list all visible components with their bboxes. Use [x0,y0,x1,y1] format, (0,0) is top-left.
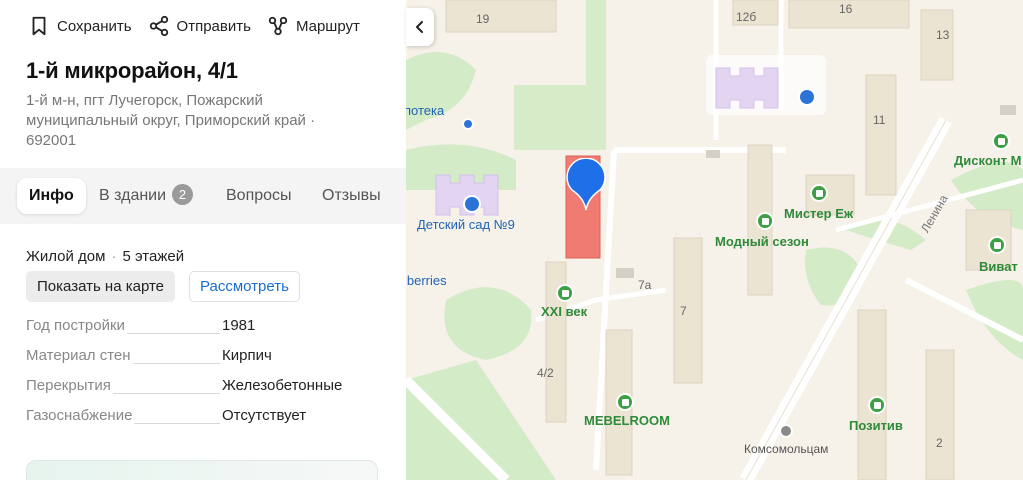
save-button[interactable]: Сохранить [28,15,132,37]
location-pin-icon[interactable] [564,158,608,212]
tab-reviews[interactable]: Отзывы [322,178,381,214]
clothes-shop-icon [756,212,774,230]
tab-bar: Инфо В здании 2 Вопросы Отзывы [0,168,406,224]
poi-mebelroom-label[interactable]: MEBELROOM [584,413,670,428]
route-button[interactable]: Маршрут [267,15,360,37]
separator-dot: · [111,248,117,265]
share-icon [149,15,168,37]
poi-pozitiv-label[interactable]: Позитив [849,418,903,433]
save-label: Сохранить [57,17,132,35]
shop-icon [868,396,886,414]
property-value: Отсутствует [222,407,307,424]
promo-banner[interactable] [26,460,378,480]
bookmark-icon [32,16,46,36]
house-number: 19 [476,12,490,26]
poi-kindergarten-label[interactable]: Детский сад №9 [417,217,515,232]
show-on-map-button[interactable]: Показать на карте [26,271,176,302]
property-row: Материал стен Кирпич [26,344,386,374]
tab-inside-count-badge: 2 [172,184,194,205]
building-floors: 5 этажей [122,248,185,265]
furniture-shop-icon [616,393,634,411]
share-label: Отправить [176,17,251,35]
property-row: Перекрытия Железобетонные [26,374,386,404]
property-label: Год постройки [26,317,127,334]
route-icon [268,16,288,36]
view-button[interactable]: Рассмотреть [189,271,300,302]
property-row: Год постройки 1981 [26,314,386,344]
property-value: Кирпич [222,347,272,364]
collapse-panel-button[interactable] [406,8,434,46]
tab-info[interactable]: Инфо [17,178,86,214]
place-card: Сохранить Отправить Маршрут 1-й микрорай… [0,0,406,480]
action-bar: Сохранить Отправить Маршрут [28,12,376,40]
property-row: Газоснабжение Отсутствует [26,404,386,434]
kindergarten-icon [463,195,481,213]
shop-icon [992,132,1010,150]
house-number: 12б [736,10,757,24]
house-number: 2 [936,436,943,450]
route-label: Маршрут [295,17,360,35]
grocery-icon [556,284,574,302]
house-number: 16 [839,2,853,16]
building-type: Жилой дом [26,248,106,265]
property-label: Газоснабжение [26,407,135,424]
kindergarten-icon [798,88,816,106]
poi-diskont-label[interactable]: Дисконт М [954,153,1021,168]
poi-berries-label[interactable]: lberries [406,273,447,288]
address-text: 1-й м-н, пгт Лучегорск, Пожарский муници… [26,92,316,149]
map-view[interactable]: 19 12б 16 13 11 7а 7 4/2 2 потека Дискон… [406,0,1023,480]
page-title: 1-й микрорайон, 4/1 [26,58,238,83]
house-number: 11 [873,113,886,127]
tab-questions[interactable]: Вопросы [226,178,292,214]
properties-list: Год постройки 1981 Материал стен Кирпич … [26,314,386,434]
poi-viva-label[interactable]: Виват [979,259,1018,274]
tab-inside-label: В здании [99,187,167,204]
property-value: Железобетонные [222,377,343,394]
property-value: 1981 [222,317,256,334]
share-button[interactable]: Отправить [148,15,251,37]
house-number: 7 [680,304,687,318]
house-number: 13 [936,28,950,42]
pharmacy-icon [462,118,474,130]
toy-shop-icon [810,184,828,202]
property-label: Материал стен [26,347,133,364]
chevron-left-icon [416,21,423,33]
poi-modny-sezon-label[interactable]: Модный сезон [715,234,809,249]
house-number: 7а [638,278,652,292]
building-kind: Жилой дом · 5 этажей [26,248,184,265]
property-label: Перекрытия [26,377,113,394]
poi-xxi-label[interactable]: XXI век [541,304,587,319]
poi-mister-ezh-label[interactable]: Мистер Еж [784,206,853,221]
poi-pharmacy-label[interactable]: потека [406,103,444,118]
shop-icon [988,236,1006,254]
monument-icon [779,424,793,438]
tab-inside[interactable]: В здании 2 [99,178,194,214]
house-number: 4/2 [537,366,554,380]
poi-komsomoltsam-label[interactable]: Комсомольцам [744,442,828,456]
